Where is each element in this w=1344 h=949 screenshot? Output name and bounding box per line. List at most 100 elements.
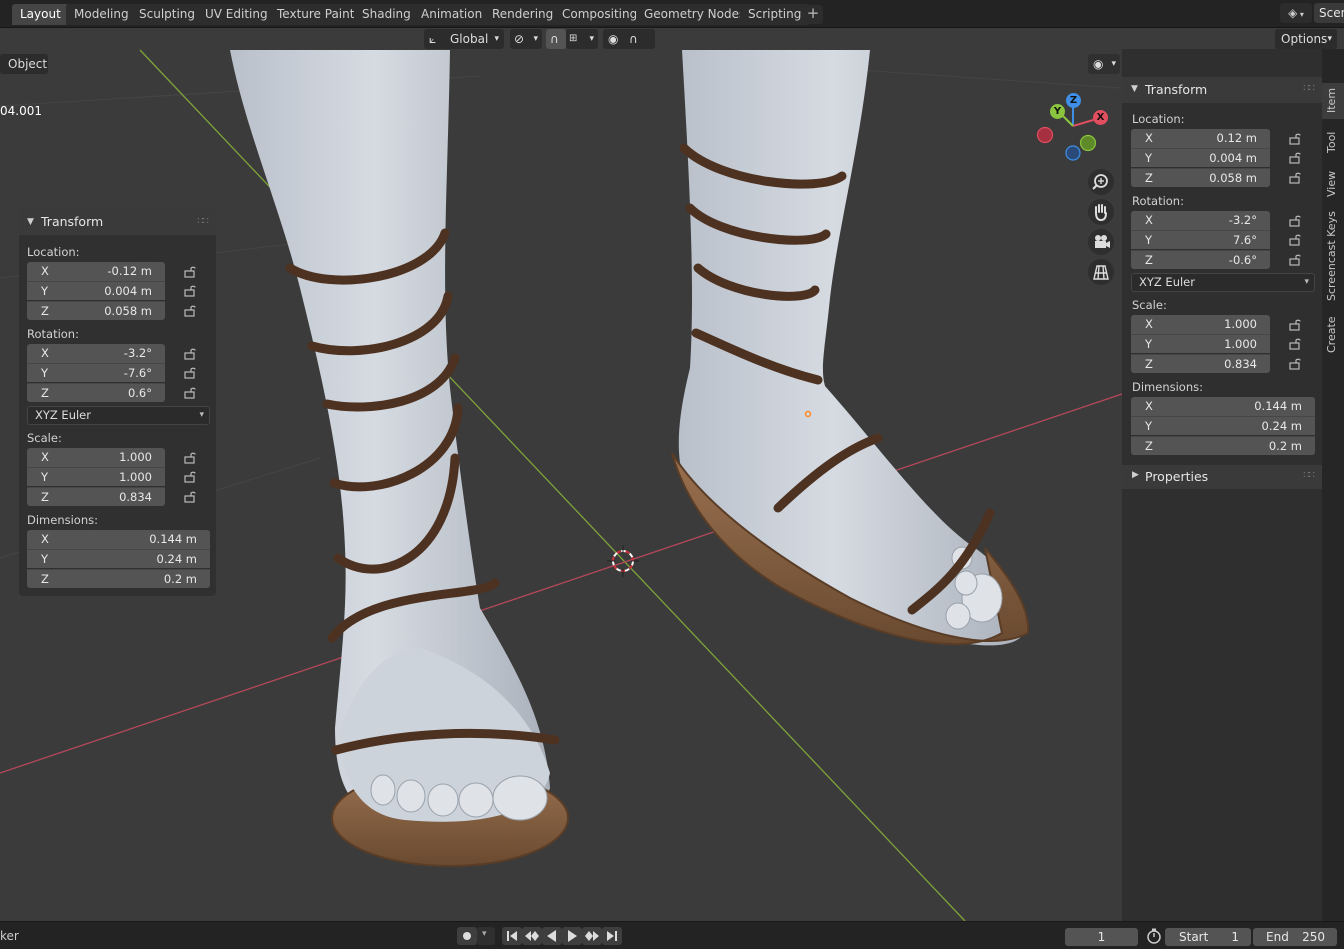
sidebar-tab-tool[interactable]: Tool xyxy=(1322,125,1344,159)
add-workspace-button[interactable]: + xyxy=(803,5,823,24)
use-preview-range-button[interactable] xyxy=(1144,927,1164,945)
rotation-label: Rotation: xyxy=(1132,194,1184,208)
scene-selector-button[interactable]: ◈ ▾ xyxy=(1280,3,1312,23)
sidebar-tab-create[interactable]: Create xyxy=(1322,313,1344,355)
dimensions-z-field[interactable]: Z 0.2 m xyxy=(1131,436,1315,455)
lock-icon[interactable] xyxy=(1289,234,1303,246)
tab-animation[interactable]: Animation xyxy=(413,4,491,25)
tab-layout[interactable]: Layout xyxy=(12,4,69,25)
jump-to-keyframe-forward-button[interactable] xyxy=(582,927,602,945)
right-transform-header[interactable]: ▼ Transform ∷∷ xyxy=(1122,77,1322,103)
scale-x-field[interactable]: X 1.000 xyxy=(27,448,165,467)
snap-toggle-button[interactable]: ∩ xyxy=(546,29,566,49)
location-z-field[interactable]: Z 0.058 m xyxy=(27,301,165,320)
scale-x-field[interactable]: X 1.000 xyxy=(1131,315,1270,334)
play-button[interactable] xyxy=(562,927,582,945)
lock-icon[interactable] xyxy=(184,471,198,483)
scale-z-field[interactable]: Z 0.834 xyxy=(27,487,165,506)
scale-z-field[interactable]: Z 0.834 xyxy=(1131,354,1270,373)
drag-grip-icon[interactable]: ∷∷ xyxy=(1303,83,1315,94)
lock-icon[interactable] xyxy=(184,491,198,503)
end-frame-field[interactable]: End 250 xyxy=(1253,928,1337,946)
properties-panel-header[interactable]: ▶ Properties ∷∷ xyxy=(1122,465,1322,489)
tab-uv-editing[interactable]: UV Editing xyxy=(197,4,276,25)
start-frame-field[interactable]: Start 1 xyxy=(1165,928,1251,946)
gizmo-y-axis[interactable]: Y xyxy=(1050,104,1065,119)
lock-icon[interactable] xyxy=(184,348,198,360)
jump-to-start-button[interactable] xyxy=(502,927,522,945)
tab-texture-paint[interactable]: Texture Paint xyxy=(269,4,363,25)
tab-rendering[interactable]: Rendering xyxy=(484,4,562,25)
left-transform-title: Transform xyxy=(41,214,104,229)
sidebar-tab-screencast-keys[interactable]: Screencast Keys xyxy=(1322,211,1344,305)
marker-menu-label[interactable]: ker xyxy=(0,929,19,943)
dimensions-x-field[interactable]: X 0.144 m xyxy=(1131,397,1315,416)
tab-scripting[interactable]: Scripting xyxy=(740,4,810,25)
location-y-field[interactable]: Y 0.004 m xyxy=(27,281,165,300)
keying-options-dropdown[interactable]: ▾ xyxy=(477,927,495,945)
sidebar-tab-view[interactable]: View xyxy=(1322,165,1344,201)
lock-icon[interactable] xyxy=(184,367,198,379)
scale-y-field[interactable]: Y 1.000 xyxy=(1131,334,1270,353)
lock-icon[interactable] xyxy=(1289,254,1303,266)
snap-target-dropdown[interactable]: ⊞ ▾ xyxy=(566,29,598,49)
ortho-toggle-button[interactable] xyxy=(1088,259,1114,285)
left-transform-header[interactable]: ▼ Transform ∷∷ xyxy=(19,209,216,235)
play-reverse-button[interactable] xyxy=(542,927,562,945)
lock-icon[interactable] xyxy=(1289,358,1303,370)
drag-grip-icon[interactable]: ∷∷ xyxy=(1303,470,1315,481)
lock-icon[interactable] xyxy=(1289,133,1303,145)
dimensions-y-field[interactable]: Y 0.24 m xyxy=(1131,416,1315,435)
lock-icon[interactable] xyxy=(1289,172,1303,184)
tab-shading[interactable]: Shading xyxy=(354,4,419,25)
tab-sculpting[interactable]: Sculpting xyxy=(131,4,204,25)
transform-orientation-dropdown[interactable]: ⟀ Global ▾ xyxy=(424,29,504,49)
gizmo-z-axis[interactable]: Z xyxy=(1066,93,1081,108)
jump-to-keyframe-back-button[interactable] xyxy=(522,927,542,945)
tab-modeling[interactable]: Modeling xyxy=(66,4,137,25)
lock-icon[interactable] xyxy=(184,285,198,297)
location-y-field[interactable]: Y 0.004 m xyxy=(1131,148,1270,167)
gizmo-x-axis[interactable]: X xyxy=(1093,110,1108,125)
current-frame-field[interactable]: 1 xyxy=(1065,928,1138,946)
rotation-mode-dropdown[interactable]: XYZ Euler ▾ xyxy=(1131,273,1315,292)
rotation-y-field[interactable]: Y 7.6° xyxy=(1131,230,1270,249)
lock-icon[interactable] xyxy=(184,452,198,464)
dimensions-x-field[interactable]: X 0.144 m xyxy=(27,530,210,549)
lock-icon[interactable] xyxy=(184,387,198,399)
options-dropdown[interactable]: Options ▾ xyxy=(1275,29,1337,49)
tab-geometry-nodes[interactable]: Geometry Nodes xyxy=(636,4,754,25)
tab-compositing[interactable]: Compositing xyxy=(554,4,646,25)
visibility-dropdown[interactable]: ◉ ▾ xyxy=(1088,54,1120,74)
lock-icon[interactable] xyxy=(1289,152,1303,164)
sidebar-tab-item[interactable]: Item xyxy=(1322,83,1344,119)
rotation-z-field[interactable]: Z -0.6° xyxy=(1131,250,1270,269)
drag-grip-icon[interactable]: ∷∷ xyxy=(197,209,209,235)
pan-button[interactable] xyxy=(1088,199,1114,225)
auto-keying-button[interactable] xyxy=(457,927,477,945)
rotation-mode-dropdown[interactable]: XYZ Euler ▾ xyxy=(27,406,210,425)
lock-icon[interactable] xyxy=(1289,338,1303,350)
location-x-field[interactable]: X -0.12 m xyxy=(27,262,165,281)
jump-to-end-button[interactable] xyxy=(602,927,622,945)
lock-icon[interactable] xyxy=(1289,319,1303,331)
rotation-y-field[interactable]: Y -7.6° xyxy=(27,363,165,382)
rotation-z-field[interactable]: Z 0.6° xyxy=(27,383,165,402)
scene-name-field[interactable]: Scen xyxy=(1314,3,1344,23)
zoom-button[interactable] xyxy=(1088,169,1114,195)
rotation-x-field[interactable]: X -3.2° xyxy=(27,344,165,363)
dimensions-z-field[interactable]: Z 0.2 m xyxy=(27,569,210,588)
lock-icon[interactable] xyxy=(184,266,198,278)
pivot-point-dropdown[interactable]: ⊘ ▾ xyxy=(510,29,542,49)
rotation-x-field[interactable]: X -3.2° xyxy=(1131,211,1270,230)
dimensions-y-field[interactable]: Y 0.24 m xyxy=(27,549,210,568)
lock-icon[interactable] xyxy=(184,305,198,317)
lock-icon[interactable] xyxy=(1289,215,1303,227)
proportional-editing-button[interactable]: ◉ ∩ xyxy=(603,29,655,49)
object-mode-button[interactable]: Object xyxy=(0,54,48,74)
location-x-field[interactable]: X 0.12 m xyxy=(1131,129,1270,148)
location-z-field[interactable]: Z 0.058 m xyxy=(1131,168,1270,187)
scale-y-field[interactable]: Y 1.000 xyxy=(27,467,165,486)
camera-view-button[interactable] xyxy=(1088,229,1114,255)
navigation-gizmo[interactable] xyxy=(1036,100,1101,161)
